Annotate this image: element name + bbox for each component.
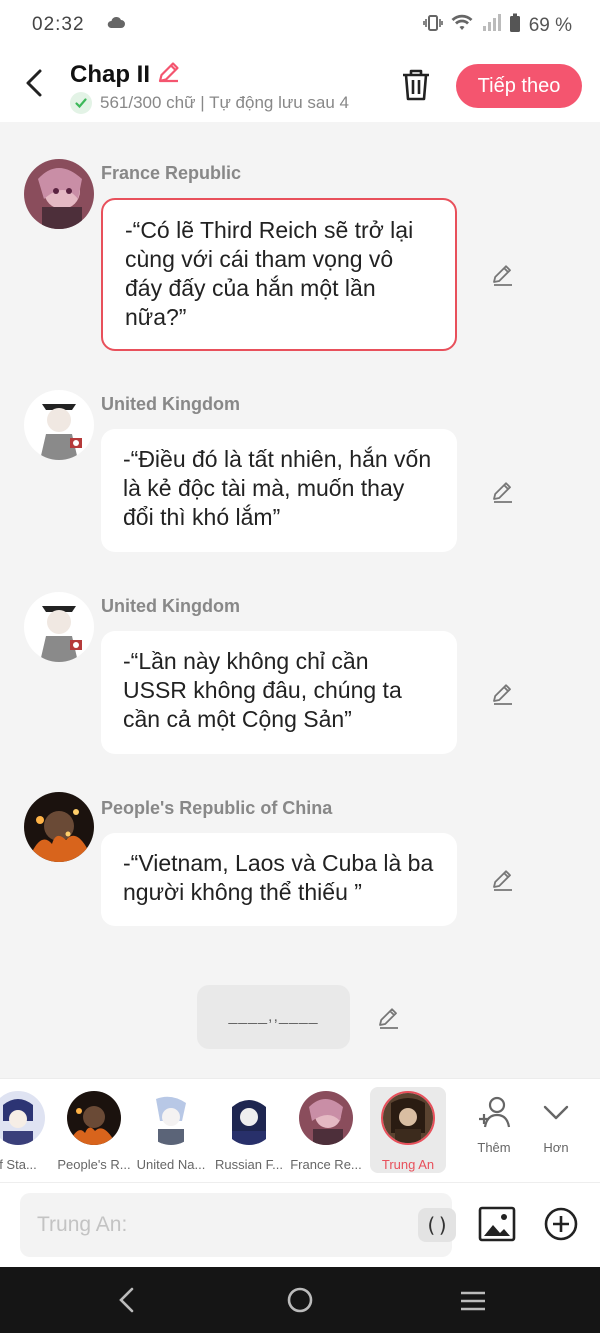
battery-icon — [509, 13, 521, 39]
nav-home-icon[interactable] — [286, 1286, 314, 1319]
avatar — [144, 1091, 198, 1145]
edit-icon[interactable] — [491, 682, 515, 706]
character-item[interactable]: Russian F... — [211, 1087, 287, 1172]
character-item-selected[interactable]: Trung An — [370, 1087, 446, 1173]
character-strip: f Sta... People's R... United Na... Russ… — [0, 1078, 600, 1182]
character-name: France Re... — [290, 1157, 362, 1172]
cloud-icon — [106, 14, 126, 35]
pencil-icon[interactable] — [156, 59, 182, 90]
more-label: Hơn — [543, 1140, 569, 1155]
character-item[interactable]: People's R... — [56, 1087, 132, 1172]
character-name: People's R... — [57, 1157, 131, 1172]
signal-icon — [481, 14, 501, 38]
chevron-down-icon — [543, 1105, 569, 1120]
message-input[interactable]: Trung An: () — [20, 1193, 456, 1257]
sender-name: France Republic — [101, 163, 242, 183]
avatar — [67, 1091, 121, 1145]
character-name: Russian F... — [215, 1157, 283, 1172]
avatar — [0, 1091, 45, 1145]
nav-menu-icon[interactable] — [459, 1289, 487, 1318]
trash-icon[interactable] — [400, 68, 432, 107]
character-name: Trung An — [381, 1157, 435, 1172]
character-name: United Na... — [136, 1157, 206, 1172]
next-button[interactable]: Tiếp theo — [456, 64, 582, 108]
wifi-icon — [451, 14, 473, 38]
narration-bubble[interactable]: ____,,____ — [197, 985, 350, 1049]
battery-percent: 69 % — [528, 15, 572, 36]
character-name: f Sta... — [0, 1157, 37, 1172]
status-bar: 02:32 69 % — [0, 0, 600, 50]
check-icon — [70, 92, 92, 114]
parenthesis-button[interactable]: () — [418, 1208, 456, 1242]
avatar[interactable] — [24, 390, 94, 460]
message-bubble[interactable]: -“Lần này không chỉ cần USSR không đâu, … — [101, 631, 457, 754]
sender-name: United Kingdom — [101, 596, 240, 616]
character-item[interactable]: France Re... — [288, 1087, 364, 1172]
avatar[interactable] — [24, 159, 94, 229]
image-icon[interactable] — [478, 1205, 516, 1248]
more-button[interactable]: Hơn — [526, 1093, 586, 1155]
add-character-button[interactable]: Thêm — [464, 1093, 524, 1155]
message-bubble[interactable]: -“Điều đó là tất nhiên, hắn vốn là kẻ độ… — [101, 429, 457, 552]
avatar — [381, 1091, 435, 1145]
input-bar: Trung An: () — [0, 1182, 600, 1267]
avatar — [222, 1091, 276, 1145]
message-bubble[interactable]: -“Vietnam, Laos và Cuba là ba người khôn… — [101, 833, 457, 926]
edit-icon[interactable] — [491, 868, 515, 892]
edit-icon[interactable] — [491, 480, 515, 504]
header: Chap II 561/300 chữ | Tự động lưu sau 4 … — [0, 50, 600, 122]
back-button[interactable] — [22, 68, 48, 98]
word-count-status: 561/300 chữ | Tự động lưu sau 4 — [100, 93, 350, 112]
edit-icon[interactable] — [491, 263, 515, 287]
sender-name: United Kingdom — [101, 394, 240, 414]
avatar[interactable] — [24, 792, 94, 862]
sender-name: People's Republic of China — [101, 798, 333, 818]
character-item[interactable]: f Sta... — [0, 1087, 56, 1172]
system-nav-bar — [0, 1267, 600, 1333]
edit-icon[interactable] — [377, 1006, 401, 1030]
nav-back-icon[interactable] — [116, 1287, 138, 1318]
add-person-icon — [479, 1096, 511, 1128]
character-item[interactable]: United Na... — [133, 1087, 209, 1172]
add-circle-icon[interactable] — [544, 1207, 578, 1246]
avatar[interactable] — [24, 592, 94, 662]
input-placeholder: Trung An: — [37, 1213, 128, 1236]
avatar — [299, 1091, 353, 1145]
add-label: Thêm — [477, 1140, 511, 1155]
vibrate-icon — [422, 14, 443, 38]
message-bubble[interactable]: -“Có lẽ Third Reich sẽ trở lại cùng với … — [101, 198, 457, 351]
chapter-title[interactable]: Chap II — [70, 61, 150, 89]
status-time: 02:32 — [32, 14, 85, 35]
